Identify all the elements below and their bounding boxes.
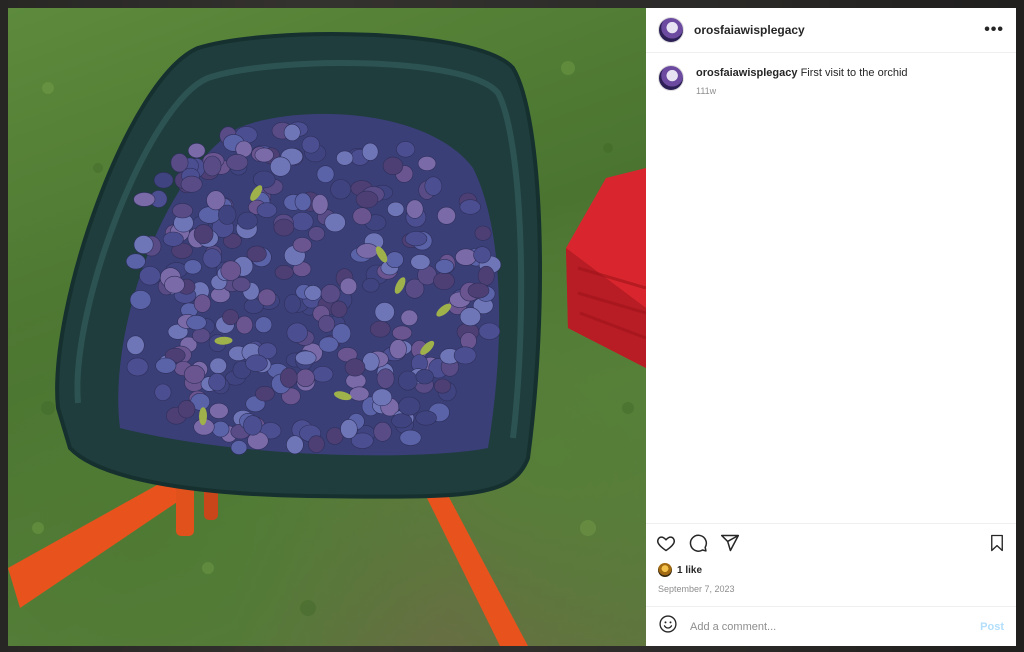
post-age: 111w (696, 86, 717, 96)
likes-row: 1 like (646, 562, 1016, 578)
post-side-panel: orosfaiawisplegacy ••• orosfaiawisplegac… (646, 8, 1016, 646)
caption-avatar[interactable] (658, 65, 684, 91)
share-icon[interactable] (720, 533, 740, 553)
post-comment-button[interactable]: Post (980, 621, 1004, 633)
action-bar (646, 523, 1016, 562)
more-options-icon[interactable]: ••• (984, 22, 1004, 38)
comments-section: orosfaiawisplegacy First visit to the or… (646, 53, 1016, 523)
author-avatar[interactable] (658, 17, 684, 43)
emoji-icon[interactable] (658, 614, 678, 639)
post-date: September 7, 2023 (658, 584, 735, 594)
caption-text: First visit to the orchid (800, 67, 908, 79)
heart-icon[interactable] (656, 533, 676, 553)
wheelbarrow-of-plums-image (8, 32, 646, 646)
post-modal: orosfaiawisplegacy ••• orosfaiawisplegac… (8, 8, 1016, 646)
liker-avatar[interactable] (658, 563, 672, 577)
post-photo (8, 8, 646, 646)
add-comment-bar: Post (646, 606, 1016, 646)
caption-username[interactable]: orosfaiawisplegacy (696, 67, 798, 79)
comment-icon[interactable] (688, 533, 708, 553)
like-count[interactable]: 1 like (677, 565, 702, 576)
comment-input[interactable] (688, 619, 981, 634)
bookmark-icon[interactable] (988, 534, 1006, 552)
caption-row: orosfaiawisplegacy First visit to the or… (658, 65, 1004, 99)
post-header: orosfaiawisplegacy ••• (646, 8, 1016, 53)
author-username[interactable]: orosfaiawisplegacy (694, 23, 805, 37)
caption-body: orosfaiawisplegacy First visit to the or… (696, 65, 908, 99)
